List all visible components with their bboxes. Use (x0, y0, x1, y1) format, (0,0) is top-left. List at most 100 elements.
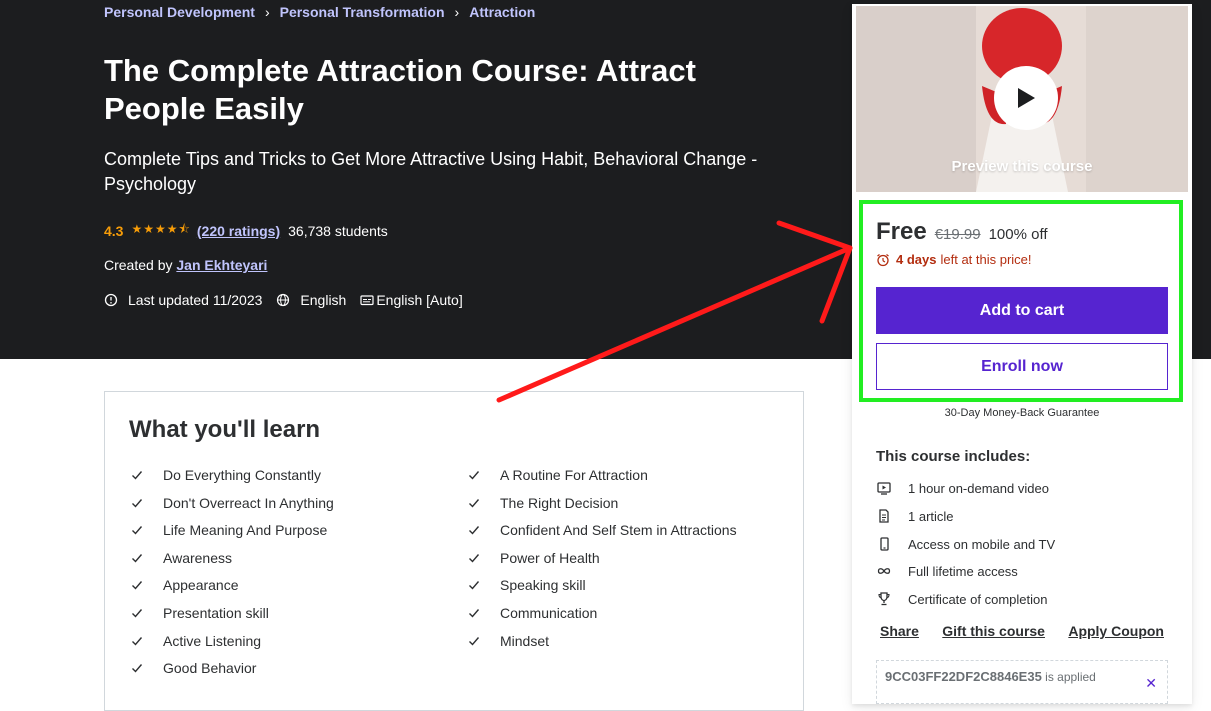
learn-item-label: Presentation skill (163, 605, 269, 621)
learn-item-label: Good Behavior (163, 660, 257, 677)
price-timer: 4 days left at this price! (876, 252, 1032, 267)
includes-title: This course includes: (876, 448, 1031, 465)
check-icon (132, 498, 143, 508)
learn-item: Confident And Self Stem in Attractions (468, 522, 737, 538)
coupon-code: 9CC03FF22DF2C8846E35 (885, 669, 1042, 684)
learn-item-label: Awareness (163, 549, 233, 566)
add-to-cart-button[interactable]: Add to cart (876, 287, 1168, 334)
timer-text: left at this price! (940, 252, 1032, 267)
include-item: Certificate of completion (876, 591, 1047, 607)
price-row: Free €19.99 100% off (876, 218, 1048, 246)
timer-days: 4 days (896, 252, 937, 267)
captions-icon (360, 295, 374, 306)
learn-item: Do Everything Constantly (131, 467, 321, 483)
learn-item: Mindset (468, 633, 549, 649)
learn-item: Power of Health (468, 550, 600, 566)
chevron-right-icon: › (454, 4, 460, 20)
include-label: 1 hour on-demand video (908, 480, 1049, 496)
learn-item: Good Behavior (131, 660, 256, 676)
check-icon (132, 553, 143, 563)
learn-item: Presentation skill (131, 605, 269, 621)
remove-coupon-close-icon[interactable]: ✕ (1145, 675, 1157, 692)
learn-item-label: A Routine For Attraction (500, 467, 648, 483)
learn-item: Appearance (131, 577, 239, 593)
students-count: 36,738 students (288, 222, 388, 239)
learn-item-label: Appearance (163, 577, 239, 594)
check-icon (469, 526, 480, 535)
created-by-label: Created by (104, 257, 173, 273)
course-language: English (300, 292, 347, 308)
preview-label[interactable]: Preview this course (856, 158, 1188, 175)
include-label: Access on mobile and TV (908, 536, 1056, 552)
include-label: Certificate of completion (908, 591, 1048, 607)
apply-coupon-button[interactable]: Apply Coupon (1064, 623, 1168, 639)
check-icon (132, 664, 143, 673)
learn-item: A Routine For Attraction (468, 467, 648, 483)
include-item: 1 hour on-demand video (876, 480, 1049, 496)
globe-icon (277, 293, 290, 307)
check-icon (469, 498, 480, 508)
enroll-now-button[interactable]: Enroll now (876, 343, 1168, 390)
money-back-guarantee: 30-Day Money-Back Guarantee (944, 407, 1100, 419)
play-icon[interactable] (994, 66, 1058, 130)
course-preview[interactable]: Preview this course (856, 6, 1188, 192)
share-button[interactable]: Share (876, 623, 923, 639)
learn-item: Communication (468, 605, 597, 621)
instructor-link[interactable]: Jan Ekhteyari (176, 257, 267, 273)
rating-number: 4.3 (104, 222, 124, 239)
video-icon (877, 482, 891, 495)
learn-item: Awareness (131, 550, 232, 566)
check-icon (132, 609, 143, 618)
current-price: Free (876, 218, 927, 245)
learn-item-label: Speaking skill (500, 577, 586, 594)
learn-item: Life Meaning And Purpose (131, 522, 327, 538)
check-icon (469, 609, 480, 618)
check-icon (469, 471, 480, 480)
gift-course-button[interactable]: Gift this course (938, 623, 1049, 639)
breadcrumb-item-attraction[interactable]: Attraction (469, 4, 535, 20)
rating-row: 4.3 ★★★★⯪ (220 ratings) 36,738 students (104, 220, 388, 241)
learn-item-label: Mindset (500, 632, 550, 649)
infinity-icon (877, 568, 891, 574)
include-label: 1 article (908, 508, 954, 524)
breadcrumb-item-personal-development[interactable]: Personal Development (104, 4, 255, 20)
learn-item-label: The Right Decision (500, 494, 619, 511)
article-icon (879, 509, 889, 523)
learn-item-label: Active Listening (163, 632, 262, 649)
sidebar-links: Share Gift this course Apply Coupon (876, 623, 1168, 639)
include-item: Full lifetime access (876, 563, 1018, 579)
chevron-right-icon: › (264, 4, 270, 20)
trophy-icon (878, 592, 890, 606)
learn-title: What you'll learn (129, 416, 321, 443)
learn-item: The Right Decision (468, 495, 618, 511)
learn-item-label: Life Meaning And Purpose (163, 522, 328, 539)
course-subtitle: Complete Tips and Tricks to Get More Att… (104, 149, 758, 194)
learn-item-label: Communication (500, 605, 598, 621)
check-icon (469, 581, 480, 590)
learn-item: Don't Overreact In Anything (131, 495, 334, 511)
what-you-will-learn: What you'll learn Do Everything Constant… (104, 391, 804, 711)
learn-item: Speaking skill (468, 577, 586, 593)
learn-item-label: Don't Overreact In Anything (163, 494, 334, 511)
check-icon (469, 553, 480, 563)
include-item: 1 article (876, 508, 954, 524)
check-icon (132, 636, 143, 646)
course-meta: Last updated 11/2023 English English [Au… (104, 292, 463, 308)
breadcrumb: Personal Development › Personal Transfor… (104, 4, 535, 20)
mobile-icon (880, 537, 889, 551)
learn-item-label: Confident And Self Stem in Attractions (500, 522, 737, 539)
course-title: The Complete Attraction Course: Attract … (104, 53, 696, 126)
include-label: Full lifetime access (908, 563, 1018, 579)
check-icon (132, 526, 143, 535)
breadcrumb-item-personal-transformation[interactable]: Personal Transformation (280, 4, 445, 20)
discount-percent: 100% off (988, 226, 1048, 243)
star-rating-icon: ★★★★⯪ (131, 222, 191, 236)
include-item: Access on mobile and TV (876, 536, 1055, 552)
purchase-sidebar: Preview this course Free €19.99 100% off… (852, 4, 1192, 704)
original-price: €19.99 (934, 226, 981, 243)
learn-item-label: Do Everything Constantly (163, 467, 321, 483)
alert-clock-icon (104, 293, 118, 307)
ratings-count-link[interactable]: (220 ratings) (197, 223, 280, 239)
check-icon (469, 636, 480, 646)
applied-coupon: 9CC03FF22DF2C8846E35 is applied ✕ (876, 660, 1168, 704)
